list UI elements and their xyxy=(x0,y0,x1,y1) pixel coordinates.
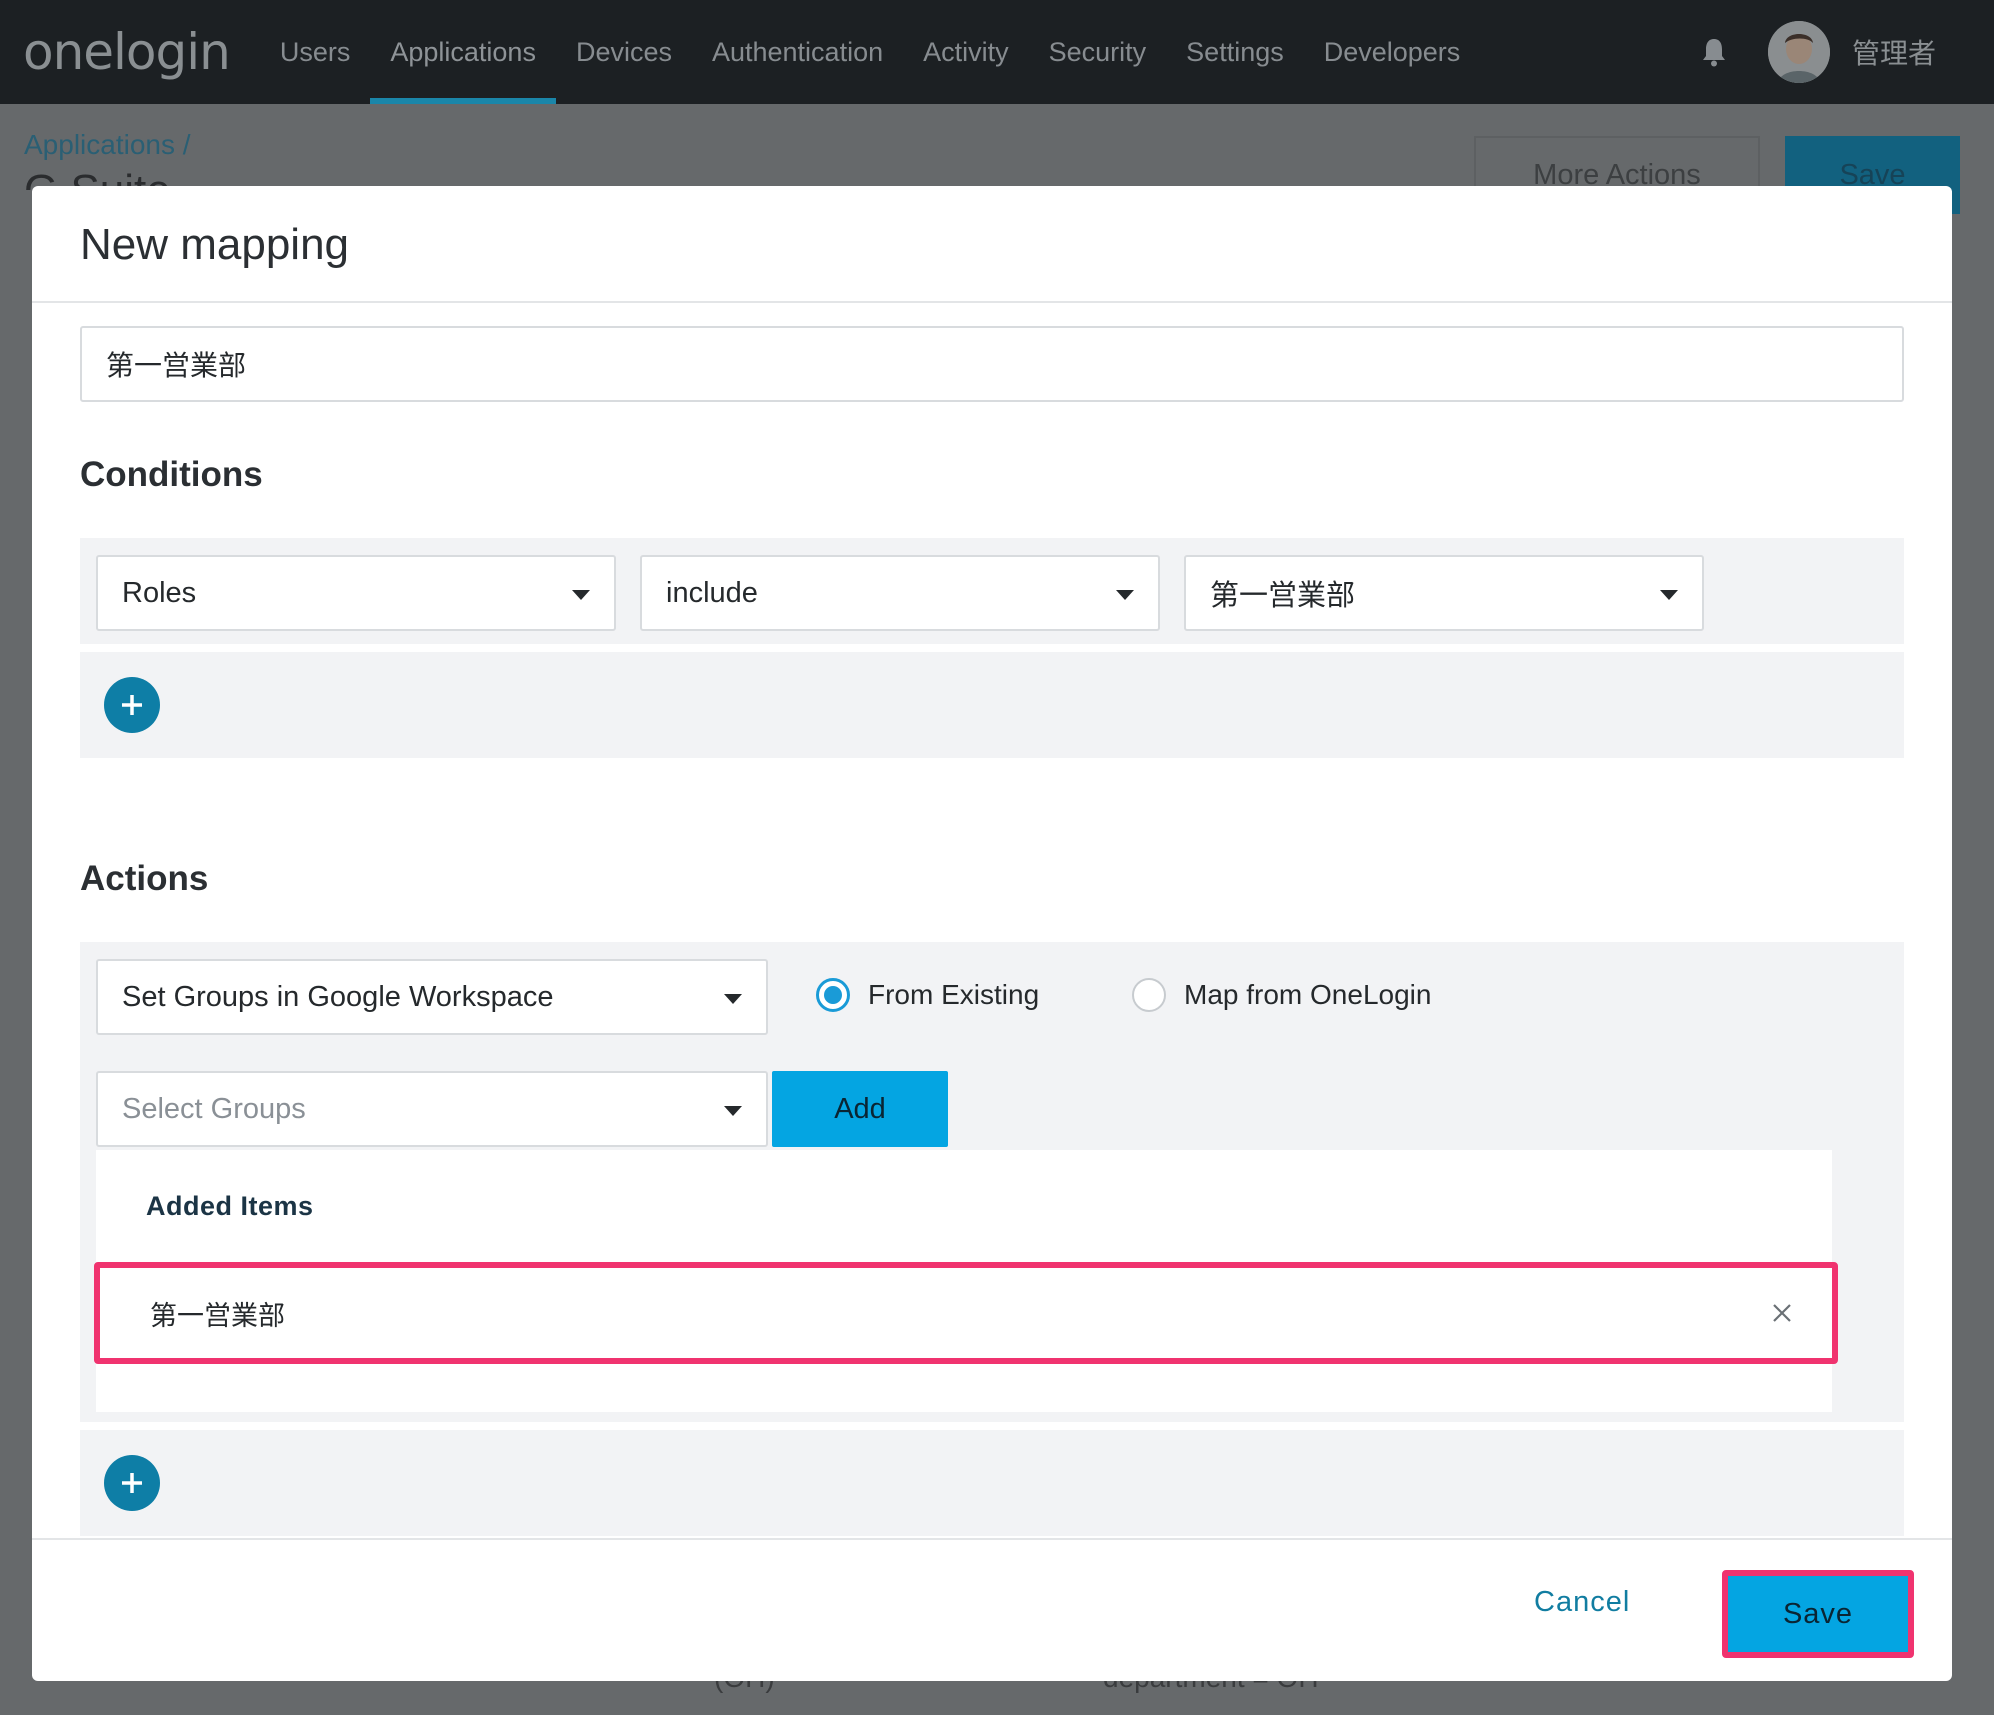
nav-item-activity[interactable]: Activity xyxy=(903,0,1029,104)
caret-down-icon xyxy=(1660,590,1678,600)
nav-item-users[interactable]: Users xyxy=(260,0,371,104)
plus-icon xyxy=(122,695,142,715)
add-condition-button[interactable] xyxy=(104,677,160,733)
conditions-heading: Conditions xyxy=(80,455,263,494)
radio-from-existing-label: From Existing xyxy=(868,979,1040,1010)
nav-menu: Users Applications Devices Authenticatio… xyxy=(260,0,1480,104)
condition-operator-value: include xyxy=(666,576,758,609)
radio-unselected-icon[interactable] xyxy=(1132,978,1166,1012)
close-icon[interactable] xyxy=(1772,1303,1792,1323)
caret-down-icon xyxy=(724,1106,742,1116)
added-item-label: 第一営業部 xyxy=(150,1300,285,1331)
dialog-title: New mapping xyxy=(80,220,350,269)
caret-down-icon xyxy=(572,590,590,600)
radio-map-from-onelogin[interactable]: Map from OneLogin xyxy=(1132,978,1431,1012)
nav-item-applications[interactable]: Applications xyxy=(370,0,556,104)
caret-down-icon xyxy=(724,994,742,1004)
add-group-label: Add xyxy=(834,1092,886,1125)
nav-item-security[interactable]: Security xyxy=(1029,0,1167,104)
radio-selected-icon[interactable] xyxy=(816,978,850,1012)
radio-map-from-onelogin-label: Map from OneLogin xyxy=(1184,979,1432,1010)
add-action-button[interactable] xyxy=(104,1455,160,1511)
added-item: 第一営業部 xyxy=(94,1262,1838,1364)
condition-row: Roles include 第一営業部 xyxy=(80,538,1904,644)
select-groups-placeholder: Select Groups xyxy=(122,1092,306,1125)
top-navigation: onelogin Users Applications Devices Auth… xyxy=(0,0,1994,104)
new-mapping-dialog: New mapping Conditions Roles include 第一営… xyxy=(32,186,1952,1681)
save-button-label: Save xyxy=(1782,1597,1854,1630)
breadcrumb[interactable]: Applications / xyxy=(24,129,191,161)
avatar-image xyxy=(1767,21,1830,83)
condition-field-select[interactable]: Roles xyxy=(96,555,616,631)
actions-heading: Actions xyxy=(80,859,209,898)
select-groups-dropdown[interactable]: Select Groups xyxy=(96,1071,768,1147)
action-panel: Set Groups in Google Workspace From Exis… xyxy=(80,942,1904,1422)
add-action-row xyxy=(80,1430,1904,1536)
onelogin-logo[interactable]: onelogin xyxy=(23,23,231,81)
nav-item-devices[interactable]: Devices xyxy=(556,0,692,104)
condition-operator-select[interactable]: include xyxy=(640,555,1160,631)
condition-value: 第一営業部 xyxy=(1210,580,1356,612)
avatar[interactable] xyxy=(1767,21,1830,83)
bell-icon[interactable] xyxy=(1700,37,1728,67)
caret-down-icon xyxy=(1116,590,1134,600)
mapping-name-input[interactable] xyxy=(80,326,1904,402)
condition-field-value: Roles xyxy=(122,576,197,609)
plus-icon xyxy=(122,1473,142,1493)
radio-from-existing[interactable]: From Existing xyxy=(816,978,1039,1012)
condition-value-select[interactable]: 第一営業部 xyxy=(1184,555,1704,631)
action-select[interactable]: Set Groups in Google Workspace xyxy=(96,959,768,1035)
nav-item-settings[interactable]: Settings xyxy=(1166,0,1304,104)
nav-item-authentication[interactable]: Authentication xyxy=(692,0,903,104)
save-button[interactable]: Save xyxy=(1728,1576,1908,1652)
action-value: Set Groups in Google Workspace xyxy=(122,980,554,1013)
added-items-title: Added Items xyxy=(146,1191,314,1221)
nav-user-area: 管理者 xyxy=(1700,0,1994,104)
cancel-button[interactable]: Cancel xyxy=(1534,1586,1630,1619)
add-condition-row xyxy=(80,652,1904,758)
dialog-footer xyxy=(32,1538,1952,1681)
nav-item-developers[interactable]: Developers xyxy=(1304,0,1481,104)
user-name[interactable]: 管理者 xyxy=(1852,32,1936,72)
add-group-button[interactable]: Add xyxy=(772,1071,948,1147)
